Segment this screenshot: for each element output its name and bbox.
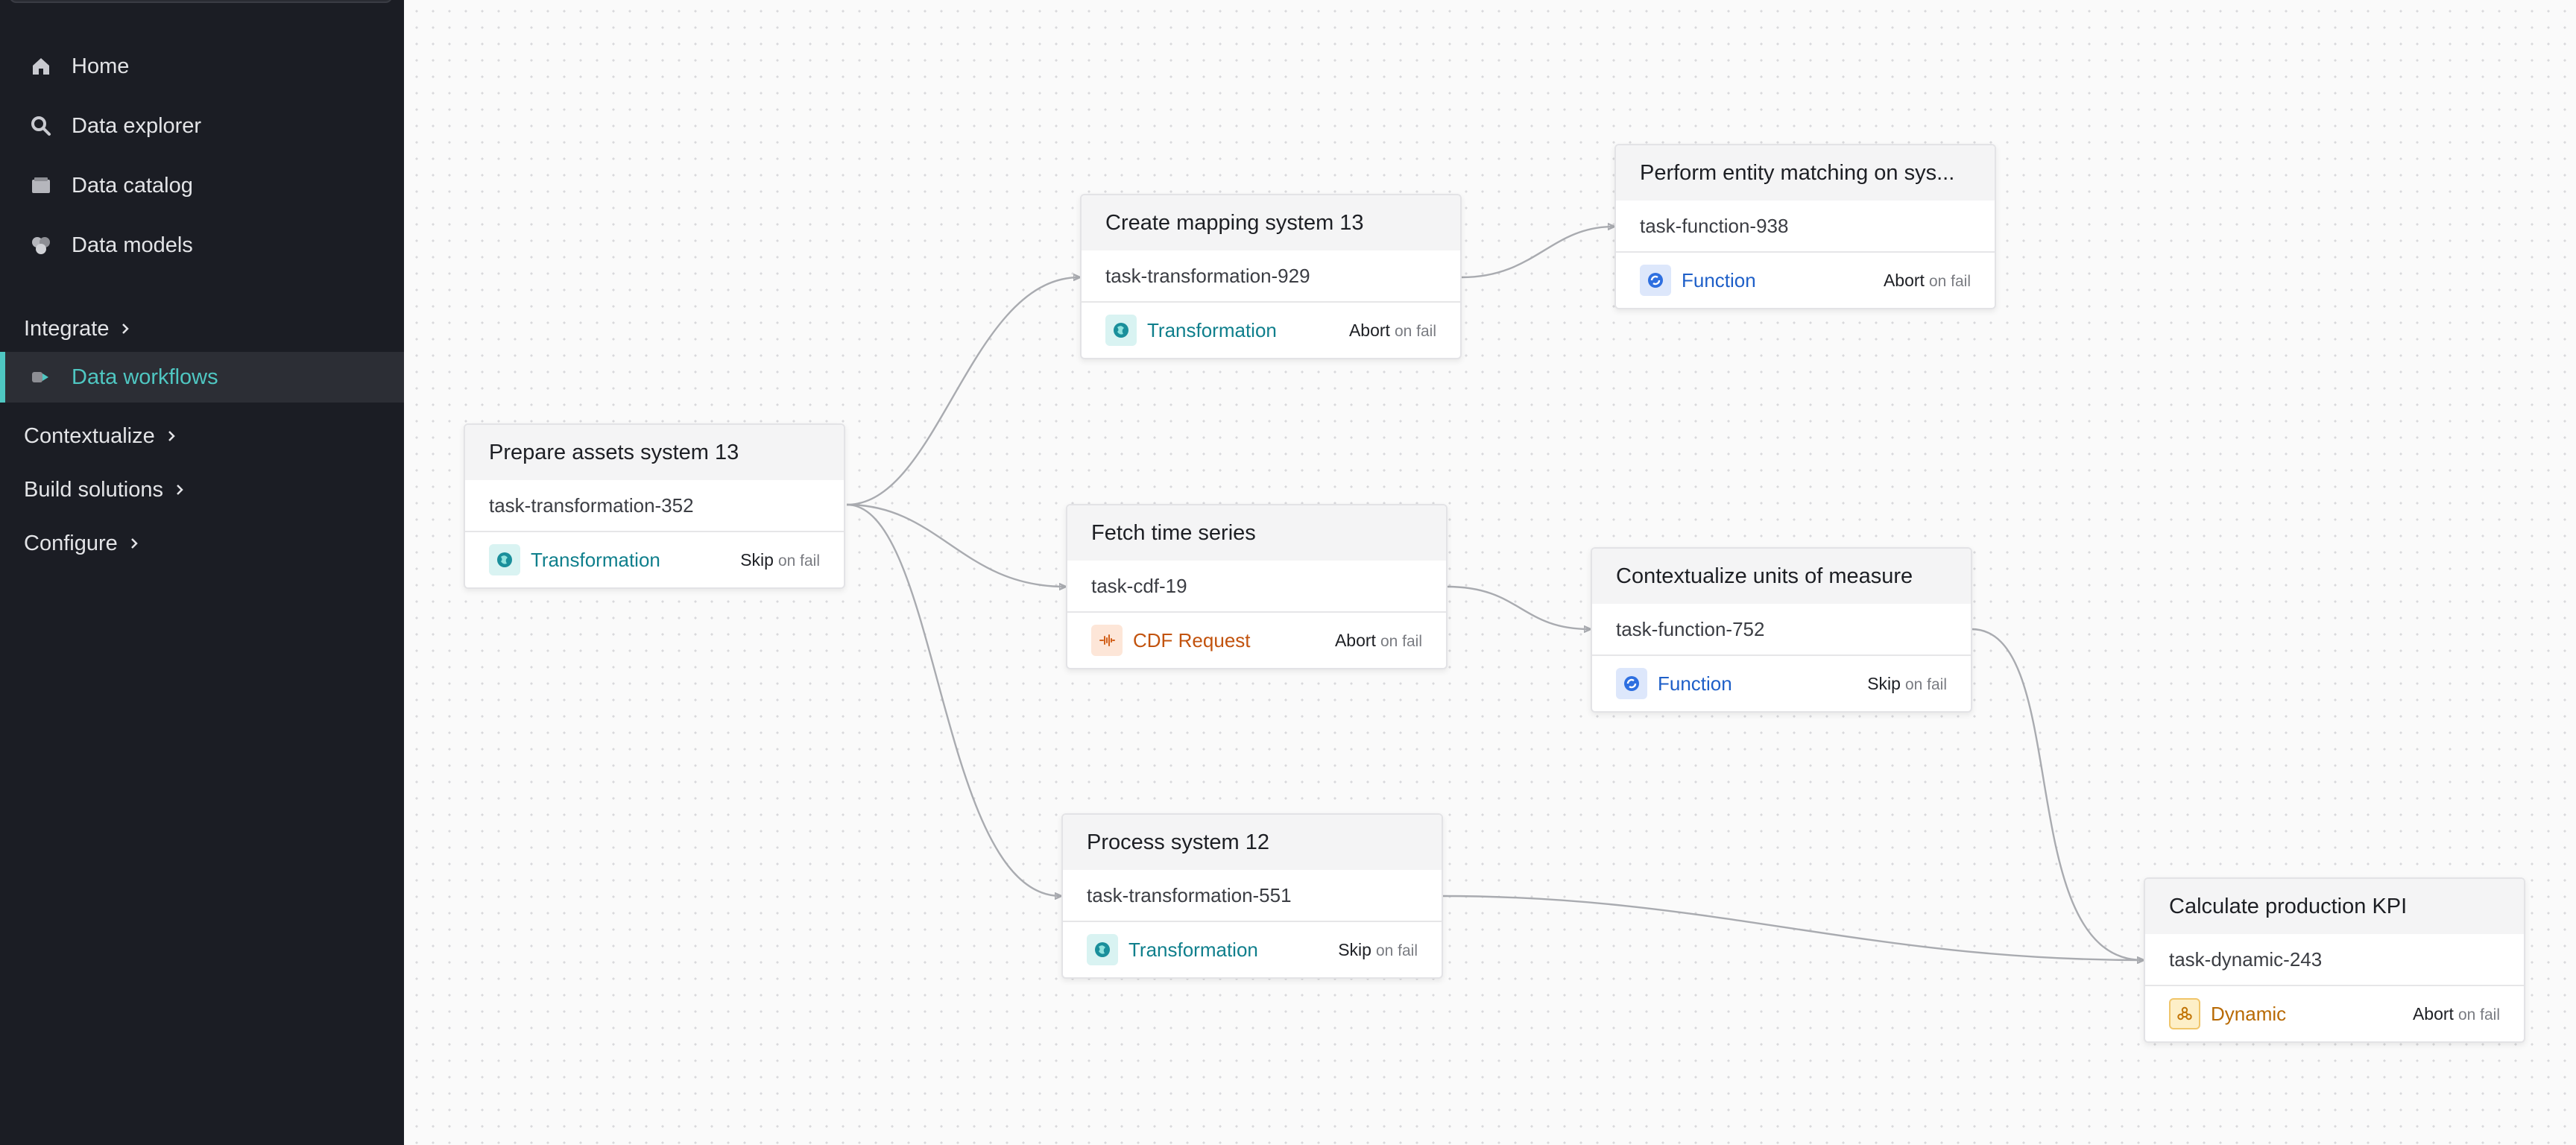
workflow-node-entity-matching[interactable]: Perform entity matching on sys... task-f… <box>1614 144 1996 309</box>
node-type: Dynamic <box>2211 1002 2287 1025</box>
chevron-right-icon <box>165 428 182 444</box>
node-type: Function <box>1658 672 1732 695</box>
sidebar: Home Data explorer Data catalog Data mod… <box>0 0 404 1145</box>
sidebar-item-data-catalog[interactable]: Data catalog <box>0 160 404 211</box>
nav-group-label: Build solutions <box>24 477 163 502</box>
on-fail-action: Skip <box>740 549 774 570</box>
node-on-fail: Abort on fail <box>2413 1004 2500 1024</box>
on-fail-suffix: on fail <box>2457 1006 2500 1023</box>
transformation-icon <box>1105 315 1137 346</box>
node-on-fail: Skip on fail <box>1338 940 1418 960</box>
node-title: Contextualize units of measure <box>1592 549 1971 604</box>
chevron-right-icon <box>128 535 145 552</box>
workflow-node-process-system[interactable]: Process system 12 task-transformation-55… <box>1061 813 1443 979</box>
workflow-icon <box>28 365 54 390</box>
sidebar-item-data-models[interactable]: Data models <box>0 220 404 271</box>
node-title: Prepare assets system 13 <box>465 425 844 480</box>
sidebar-item-label: Data workflows <box>72 365 218 389</box>
node-type: Transformation <box>531 548 660 571</box>
on-fail-suffix: on fail <box>777 552 820 570</box>
on-fail-suffix: on fail <box>1380 632 1422 650</box>
node-task-id: task-transformation-929 <box>1082 250 1460 303</box>
nav-group-contextualize[interactable]: Contextualize <box>24 417 182 455</box>
sidebar-item-label: Home <box>72 54 130 78</box>
sidebar-item-home[interactable]: Home <box>0 41 404 92</box>
on-fail-action: Abort <box>2412 1003 2454 1023</box>
function-icon <box>1640 265 1671 296</box>
node-on-fail: Abort on fail <box>1335 631 1422 651</box>
chevron-right-icon <box>119 321 136 337</box>
sidebar-item-data-workflows[interactable]: Data workflows <box>0 352 404 403</box>
node-task-id: task-transformation-352 <box>465 480 844 532</box>
node-title: Perform entity matching on sys... <box>1616 145 1995 201</box>
nav-group-label: Configure <box>24 531 118 555</box>
nav-group-build-solutions[interactable]: Build solutions <box>24 471 190 508</box>
on-fail-action: Skip <box>1338 939 1371 959</box>
node-title: Process system 12 <box>1063 815 1442 870</box>
node-type: Transformation <box>1128 938 1258 961</box>
search-icon <box>28 113 54 139</box>
node-type: Function <box>1682 268 1756 291</box>
node-task-id: task-dynamic-243 <box>2145 934 2524 986</box>
nav-group-label: Contextualize <box>24 423 155 448</box>
workflow-node-calculate-kpi[interactable]: Calculate production KPI task-dynamic-24… <box>2144 877 2525 1043</box>
workflow-node-fetch-time-series[interactable]: Fetch time series task-cdf-19 CDF Reques… <box>1066 504 1448 669</box>
sidebar-item-data-explorer[interactable]: Data explorer <box>0 101 404 151</box>
node-type: Transformation <box>1147 318 1277 341</box>
dynamic-icon <box>2169 998 2200 1029</box>
data-models-icon <box>28 233 54 258</box>
node-task-id: task-function-752 <box>1592 604 1971 656</box>
node-title: Calculate production KPI <box>2145 879 2524 934</box>
on-fail-action: Abort <box>1348 320 1390 340</box>
node-on-fail: Skip on fail <box>740 550 820 570</box>
node-title: Create mapping system 13 <box>1082 195 1460 250</box>
nav-group-integrate[interactable]: Integrate <box>24 310 136 347</box>
node-on-fail: Abort on fail <box>1349 321 1436 341</box>
sidebar-item-label: Data models <box>72 233 193 257</box>
on-fail-suffix: on fail <box>1928 272 1971 290</box>
sidebar-item-label: Data explorer <box>72 113 202 138</box>
node-task-id: task-function-938 <box>1616 201 1995 253</box>
node-title: Fetch time series <box>1067 505 1446 561</box>
cdf-request-icon <box>1091 625 1123 656</box>
workflow-node-prepare-assets[interactable]: Prepare assets system 13 task-transforma… <box>464 423 845 589</box>
node-task-id: task-cdf-19 <box>1067 561 1446 613</box>
on-fail-suffix: on fail <box>1394 322 1436 340</box>
on-fail-suffix: on fail <box>1375 941 1418 959</box>
sidebar-search-input[interactable] <box>9 0 393 3</box>
nav-group-label: Integrate <box>24 316 110 341</box>
transformation-icon <box>489 544 520 575</box>
home-icon <box>28 54 54 79</box>
catalog-icon <box>28 173 54 198</box>
chevron-right-icon <box>174 482 190 498</box>
on-fail-action: Skip <box>1867 673 1901 693</box>
transformation-icon <box>1087 934 1118 965</box>
nav-group-configure[interactable]: Configure <box>24 525 145 562</box>
node-task-id: task-transformation-551 <box>1063 870 1442 922</box>
on-fail-action: Abort <box>1334 630 1376 650</box>
node-on-fail: Skip on fail <box>1867 674 1947 694</box>
node-type: CDF Request <box>1133 628 1251 652</box>
on-fail-suffix: on fail <box>1904 675 1947 693</box>
node-on-fail: Abort on fail <box>1884 271 1971 291</box>
function-icon <box>1616 668 1647 699</box>
on-fail-action: Abort <box>1883 270 1925 290</box>
workflow-node-contextualize-units[interactable]: Contextualize units of measure task-func… <box>1591 547 1972 713</box>
sidebar-item-label: Data catalog <box>72 173 193 198</box>
workflow-node-create-mapping[interactable]: Create mapping system 13 task-transforma… <box>1080 194 1462 359</box>
